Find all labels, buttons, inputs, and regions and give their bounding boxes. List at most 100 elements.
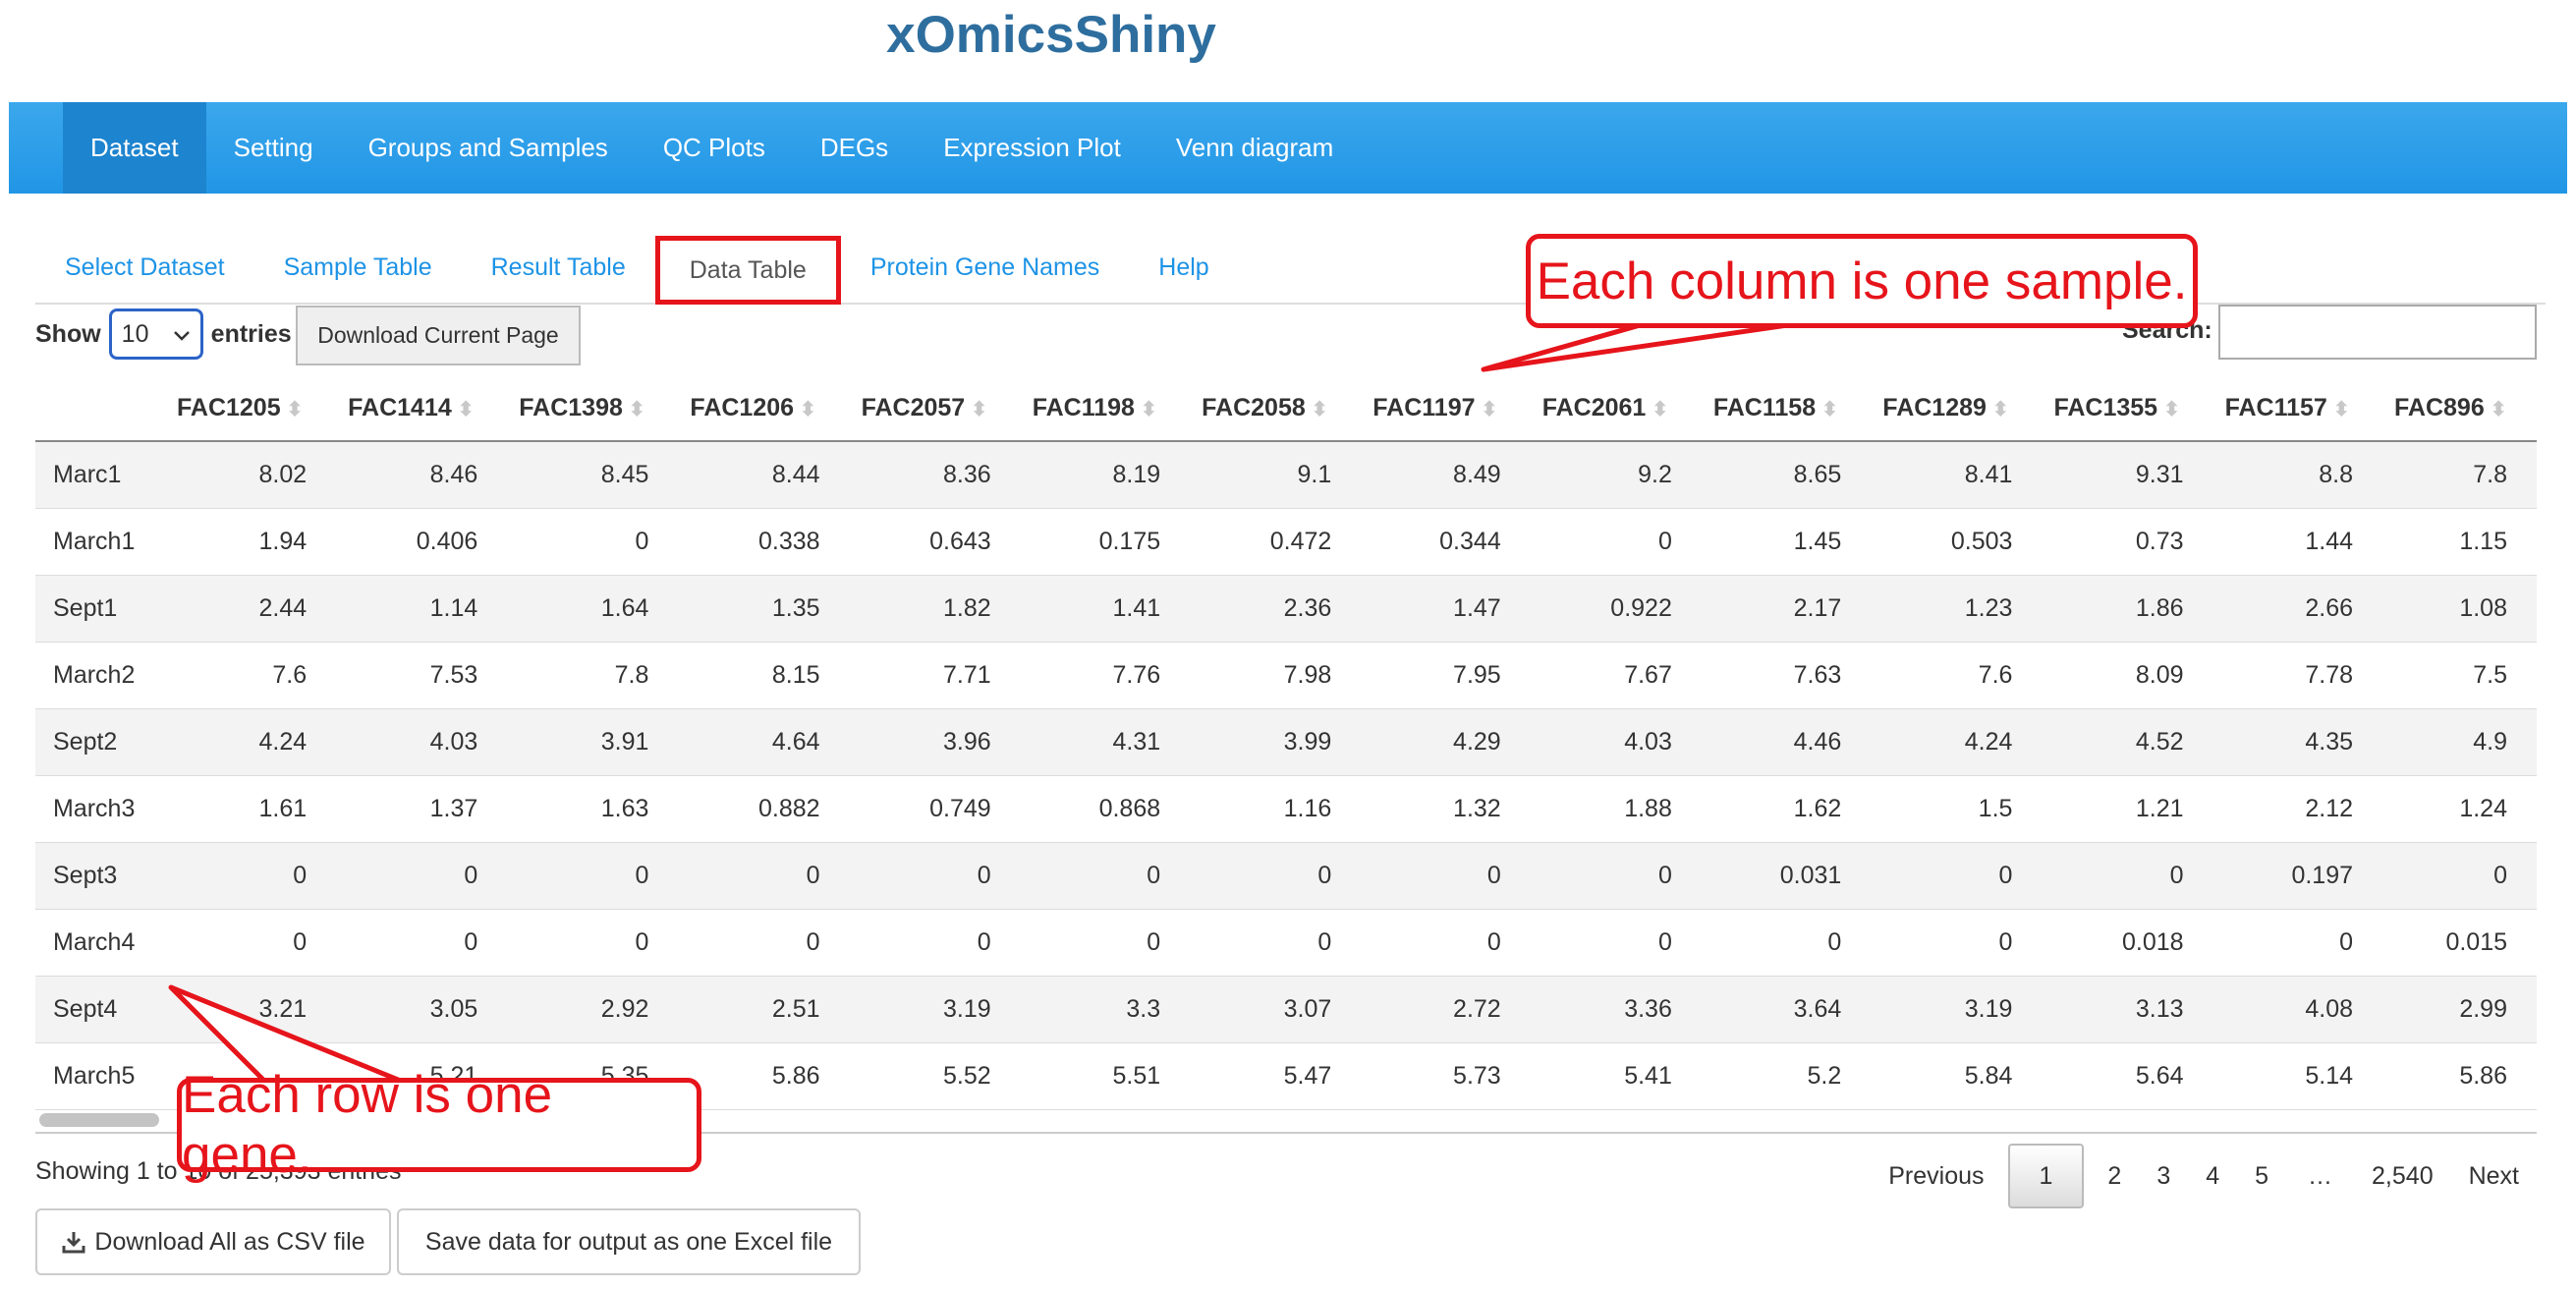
table-row: March4 0 0 0 0 0 0 0 0 0 0 0 0.018 0 0.015 (35, 909, 2537, 977)
next-page-button[interactable]: Next (2451, 1146, 2537, 1206)
tab-help[interactable]: Help (1129, 232, 1238, 303)
row-name-cell: March2 (35, 642, 165, 709)
table-cell: 5.86 (2382, 1042, 2537, 1110)
column-header-fac1289[interactable]: FAC1289 ⬍ (1871, 375, 2043, 442)
column-header-label: FAC896 (2394, 393, 2485, 421)
page-button-1[interactable]: 1 (2007, 1144, 2085, 1208)
nav-item-setting[interactable]: Setting (206, 102, 341, 194)
nav-item-venn-diagram[interactable]: Venn diagram (1148, 102, 1361, 194)
column-callout-pointer (1481, 319, 1811, 372)
column-header-fac1198[interactable]: FAC1198 ⬍ (1020, 375, 1191, 442)
column-header-fac1157[interactable]: FAC1157 ⬍ (2212, 375, 2383, 442)
column-header-label: FAC1289 (1882, 393, 1987, 421)
table-cell: 8.09 (2042, 642, 2213, 709)
table-cell: 2.36 (1190, 575, 1362, 643)
table-cell: 0 (1020, 909, 1191, 977)
nav-item-dataset[interactable]: Dataset (63, 102, 206, 194)
column-header-fac1206[interactable]: FAC1206 ⬍ (678, 375, 850, 442)
table-cell: 1.35 (678, 575, 850, 643)
sort-icon: ⬍ (1991, 398, 2009, 420)
column-header-label: FAC1398 (519, 393, 623, 421)
sort-icon: ⬍ (1140, 398, 1157, 420)
table-cell: 1.45 (1701, 508, 1872, 576)
table-cell: 0.406 (336, 508, 508, 576)
table-cell: 7.98 (1190, 642, 1362, 709)
table-cell: 9.31 (2042, 440, 2213, 509)
sort-icon: ⬍ (2490, 398, 2507, 420)
table-cell: 2.44 (165, 575, 337, 643)
table-cell: 0 (2042, 842, 2213, 910)
table-cell: 3.3 (1020, 976, 1191, 1043)
column-header-fac1414[interactable]: FAC1414 ⬍ (336, 375, 508, 442)
column-header-fac2057[interactable]: FAC2057 ⬍ (849, 375, 1021, 442)
table-cell: 7.63 (1701, 642, 1872, 709)
download-csv-button[interactable]: Download All as CSV file (35, 1208, 391, 1275)
search-input[interactable] (2218, 305, 2537, 360)
table-cell: 4.24 (165, 708, 337, 776)
table-cell: 5.2 (1701, 1042, 1872, 1110)
table-cell: 2.17 (1701, 575, 1872, 643)
table-cell: 0 (1701, 909, 1872, 977)
column-header-fac896[interactable]: FAC896 ⬍ (2382, 375, 2537, 442)
table-cell: 4.08 (2212, 976, 2383, 1043)
table-cell: 0 (507, 842, 679, 910)
table-cell: 1.41 (1020, 575, 1191, 643)
table-cell: 8.65 (1701, 440, 1872, 509)
table-cell: 1.47 (1361, 575, 1531, 643)
table-cell: 8.45 (507, 440, 679, 509)
entries-value: 10 (121, 319, 149, 348)
sort-icon: ⬍ (1311, 398, 1328, 420)
nav-item-qc-plots[interactable]: QC Plots (636, 102, 793, 194)
table-cell: 3.64 (1701, 976, 1872, 1043)
column-header-fac2061[interactable]: FAC2061 ⬍ (1530, 375, 1702, 442)
column-header-fac1205[interactable]: FAC1205 ⬍ (165, 375, 337, 442)
table-cell: 4.03 (1530, 708, 1702, 776)
pagination: Previous 1 2 3 4 5 … 2,540 Next (1871, 1144, 2537, 1208)
column-header-fac1197[interactable]: FAC1197 ⬍ (1361, 375, 1531, 442)
nav-item-expression-plot[interactable]: Expression Plot (916, 102, 1148, 194)
nav-item-degs[interactable]: DEGs (793, 102, 916, 194)
table-cell: 9.1 (1190, 440, 1362, 509)
tab-protein-gene-names[interactable]: Protein Gene Names (841, 232, 1129, 303)
column-header-fac1158[interactable]: FAC1158 ⬍ (1701, 375, 1872, 442)
table-cell: 5.86 (678, 1042, 850, 1110)
column-header-fac1355[interactable]: FAC1355 ⬍ (2042, 375, 2213, 442)
page-button-2-540[interactable]: 2,540 (2354, 1146, 2451, 1206)
tab-sample-table[interactable]: Sample Table (254, 232, 462, 303)
sort-icon: ⬍ (1652, 398, 1669, 420)
download-current-page-button[interactable]: Download Current Page (296, 306, 581, 365)
table-cell: 0.197 (2212, 842, 2383, 910)
page-button-3[interactable]: 3 (2139, 1146, 2188, 1206)
tab-result-table[interactable]: Result Table (462, 232, 655, 303)
table-cell: 2.92 (507, 976, 679, 1043)
table-cell: 0 (678, 909, 850, 977)
column-header-fac2058[interactable]: FAC2058 ⬍ (1190, 375, 1362, 442)
previous-page-button[interactable]: Previous (1871, 1146, 2001, 1206)
table-cell: 0 (1530, 508, 1702, 576)
table-cell: 7.6 (165, 642, 337, 709)
column-header-label: FAC1157 (2224, 393, 2327, 421)
tab-select-dataset[interactable]: Select Dataset (35, 232, 254, 303)
table-cell: 0.472 (1190, 508, 1362, 576)
table-cell: 1.23 (1871, 575, 2043, 643)
tab-data-table[interactable]: Data Table (654, 236, 841, 305)
nav-item-groups-and-samples[interactable]: Groups and Samples (341, 102, 636, 194)
data-table: FAC1205 ⬍ FAC1414 ⬍ FAC1398 ⬍ FAC1206 ⬍ FAC2057 ⬍… (35, 375, 2537, 1110)
save-excel-button[interactable]: Save data for output as one Excel file (397, 1208, 861, 1275)
row-name-cell: March4 (35, 909, 165, 977)
scrollbar-thumb[interactable] (39, 1113, 159, 1127)
table-cell: 0.882 (678, 775, 850, 843)
table-cell: 0 (1871, 909, 2043, 977)
table-cell: 0.868 (1020, 775, 1191, 843)
table-cell: 7.8 (2382, 440, 2537, 509)
column-header-fac1398[interactable]: FAC1398 ⬍ (507, 375, 679, 442)
table-cell: 7.76 (1020, 642, 1191, 709)
table-cell: 1.15 (2382, 508, 2537, 576)
page-button-2[interactable]: 2 (2090, 1146, 2139, 1206)
page-button-5[interactable]: 5 (2237, 1146, 2286, 1206)
entries-select[interactable]: 10 (108, 308, 203, 360)
page-button-4[interactable]: 4 (2188, 1146, 2237, 1206)
row-name-cell: Sept2 (35, 708, 165, 776)
table-cell: 3.96 (849, 708, 1021, 776)
table-cell: 0.015 (2382, 909, 2537, 977)
